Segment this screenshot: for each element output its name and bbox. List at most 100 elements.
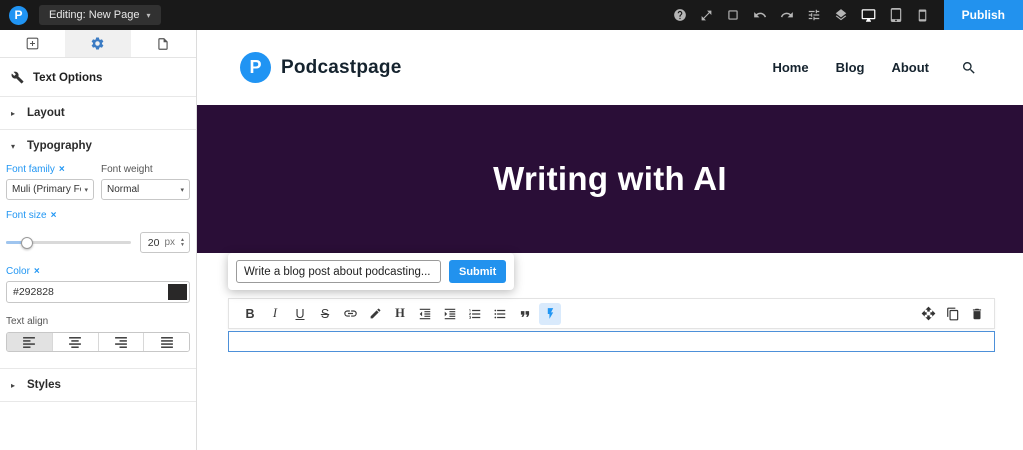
underline-button[interactable]: U [289, 303, 311, 325]
move-element-button[interactable] [921, 306, 936, 321]
tab-page[interactable] [131, 30, 196, 57]
quote-button[interactable] [514, 303, 536, 325]
color-input[interactable]: #292828 [6, 281, 190, 303]
clear-color-icon[interactable]: × [34, 266, 40, 277]
color-hex-value: #292828 [13, 286, 54, 298]
section-typography[interactable]: ▾ Typography [0, 130, 196, 162]
tablet-icon [890, 8, 901, 22]
color-swatch[interactable] [168, 284, 187, 300]
numbered-list-button[interactable] [464, 303, 486, 325]
page-icon [158, 37, 168, 50]
preview-frame-button[interactable] [726, 8, 740, 22]
align-center-button[interactable] [52, 333, 99, 351]
outdent-button[interactable] [414, 303, 436, 325]
redo-icon [780, 12, 793, 18]
editing-label: Editing: New Page [49, 9, 140, 21]
color-label: Color × [6, 266, 40, 277]
delete-element-button[interactable] [970, 307, 984, 321]
heading-button[interactable]: H [389, 303, 411, 325]
clear-font-size-icon[interactable]: × [51, 210, 57, 221]
editing-page-selector[interactable]: Editing: New Page ▾ [39, 5, 161, 25]
podcastpage-builder-logo[interactable]: P [9, 5, 28, 25]
selected-text-block[interactable] [228, 331, 995, 352]
mobile-view-button[interactable] [916, 9, 929, 22]
site-header: P Podcastpage Home Blog About [197, 30, 1023, 105]
layers-icon [835, 9, 846, 21]
trash-icon [972, 308, 982, 319]
chevron-down-icon: ▾ [11, 141, 16, 151]
align-justify-button[interactable] [144, 333, 189, 351]
bulleted-list-button[interactable] [489, 303, 511, 325]
outdent-icon [419, 308, 431, 319]
ai-writer-button[interactable] [539, 302, 561, 325]
editor-area: Submit B I U S H [197, 253, 1023, 450]
tab-add-elements[interactable] [0, 30, 65, 57]
logo-letter: P [14, 8, 23, 22]
strikethrough-button[interactable]: S [314, 303, 336, 325]
section-typography-label: Typography [27, 140, 92, 152]
panel-title: Text Options [0, 58, 196, 96]
hero-section[interactable]: Writing with AI [197, 105, 1023, 253]
link-button[interactable] [339, 303, 361, 325]
search-button[interactable] [961, 60, 977, 76]
clear-font-family-icon[interactable]: × [59, 164, 65, 175]
wrench-icon [11, 71, 24, 84]
plus-square-icon [26, 37, 39, 50]
layers-button[interactable] [834, 8, 848, 22]
site-settings-button[interactable] [807, 8, 821, 22]
help-button[interactable] [673, 8, 687, 22]
italic-button[interactable]: I [264, 303, 286, 325]
preview-frame-icon [727, 10, 738, 20]
ai-prompt-card: Submit [228, 253, 515, 290]
duplicate-element-button[interactable] [946, 307, 960, 321]
topbar-tools [673, 8, 944, 23]
align-left-button[interactable] [7, 333, 53, 351]
indent-icon [444, 308, 456, 319]
section-styles[interactable]: ▸ Styles [0, 369, 196, 401]
indent-button[interactable] [439, 303, 461, 325]
slider-handle[interactable] [21, 236, 34, 249]
quote-icon [520, 310, 530, 317]
hero-title[interactable]: Writing with AI [493, 160, 727, 198]
font-size-stepper[interactable]: ▲ ▼ [180, 237, 185, 248]
format-buttons: B I U S H [239, 302, 561, 325]
font-size-input[interactable]: 20 px ▲ ▼ [140, 232, 190, 253]
sliders-icon [808, 9, 819, 21]
chevron-down-icon: ▾ [180, 186, 184, 194]
builder-screen: P Editing: New Page ▾ Publish Text Optio… [0, 0, 1023, 450]
align-right-button[interactable] [98, 333, 145, 351]
submit-button[interactable]: Submit [449, 260, 507, 283]
desktop-view-button[interactable] [861, 8, 876, 23]
font-size-slider[interactable] [6, 236, 132, 249]
fullscreen-button[interactable] [700, 9, 713, 22]
fullscreen-icon [701, 10, 712, 20]
text-color-button[interactable] [364, 303, 386, 325]
element-controls [921, 306, 984, 321]
redo-button[interactable] [780, 8, 794, 22]
builder-sidebar: Text Options ▸ Layout ▾ Typography Font … [0, 30, 197, 450]
tab-settings[interactable] [65, 30, 131, 57]
font-weight-select[interactable]: Normal ▾ [101, 179, 190, 200]
undo-button[interactable] [753, 8, 767, 22]
sidebar-tabs [0, 30, 196, 58]
nav-link-blog[interactable]: Blog [836, 60, 865, 75]
tablet-view-button[interactable] [889, 8, 903, 22]
pen-icon [370, 308, 380, 319]
section-styles-label: Styles [27, 379, 61, 391]
nav-link-home[interactable]: Home [772, 60, 808, 75]
nav-link-about[interactable]: About [891, 60, 929, 75]
font-family-select[interactable]: Muli (Primary Font) ▾ [6, 179, 94, 200]
font-weight-label: Font weight [101, 164, 153, 175]
font-size-unit: px [164, 237, 176, 248]
divider [0, 401, 196, 402]
section-layout[interactable]: ▸ Layout [0, 97, 196, 129]
numbered-list-icon [469, 308, 481, 319]
publish-button[interactable]: Publish [943, 0, 1023, 30]
chevron-right-icon: ▸ [11, 380, 16, 390]
chevron-down-icon: ▾ [84, 186, 88, 194]
ai-prompt-input[interactable] [236, 260, 441, 283]
undo-icon [753, 12, 766, 18]
stepper-down-icon[interactable]: ▼ [180, 242, 185, 248]
copy-icon [947, 307, 959, 320]
bold-button[interactable]: B [239, 303, 261, 325]
